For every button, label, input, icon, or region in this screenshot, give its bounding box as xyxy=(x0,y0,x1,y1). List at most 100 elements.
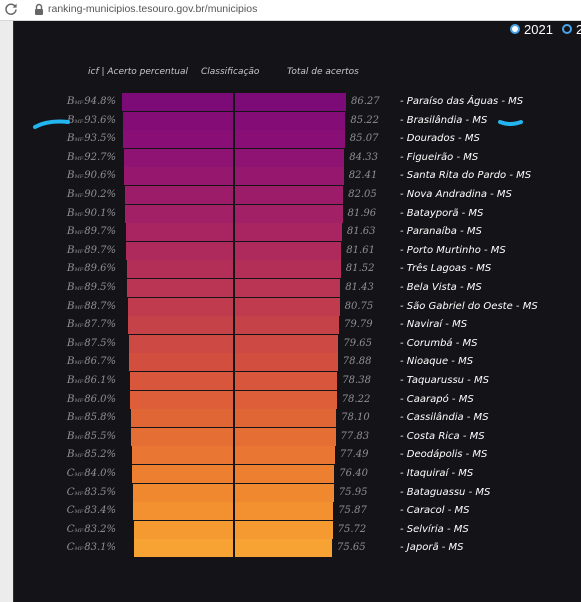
grade-letter: B xyxy=(66,299,75,312)
percent-text: 84.0% xyxy=(84,468,116,479)
classification-bar[interactable] xyxy=(130,409,337,428)
municipality-name[interactable]: - Nioaque - MS xyxy=(400,356,473,367)
grade-letter: B xyxy=(66,188,75,200)
municipality-name[interactable]: - Porto Murtinho - MS xyxy=(400,245,506,256)
classification-bar[interactable] xyxy=(126,260,341,279)
classification-bar[interactable] xyxy=(122,93,346,111)
municipality-name[interactable]: - Corumbá - MS xyxy=(400,338,478,349)
municipality-name[interactable]: - Dourados - MS xyxy=(400,133,480,144)
classification-bar[interactable] xyxy=(130,390,337,409)
table-row[interactable]: BMF85.5% 77.83 - Costa Rica - MS xyxy=(0,427,581,446)
classification-bar[interactable] xyxy=(132,465,335,483)
municipality-name[interactable]: - Bataguassu - MS xyxy=(400,487,490,498)
grade-letter: B xyxy=(66,318,75,331)
classification-bar[interactable] xyxy=(134,539,332,558)
bar-divider xyxy=(233,446,235,465)
municipality-name[interactable]: - São Gabriel do Oeste - MS xyxy=(400,301,538,312)
table-row[interactable]: BMF89.5% 81.43 - Bela Vista - MS xyxy=(0,279,581,297)
municipality-name[interactable]: - Deodápolis - MS xyxy=(400,449,487,460)
table-row[interactable]: BMF85.2% 77.49 - Deodápolis - MS xyxy=(0,446,581,465)
municipality-name[interactable]: - Santa Rita do Pardo - MS xyxy=(400,170,531,181)
municipality-name[interactable]: - Selvíria - MS xyxy=(400,524,469,535)
table-row[interactable]: BMF86.7% 78.88 - Nioaque - MS xyxy=(0,353,581,372)
table-row[interactable]: CMF83.5% 75.95 - Bataguassu - MS xyxy=(0,483,581,502)
table-row[interactable]: BMF89.7% 81.61 - Porto Murtinho - MS xyxy=(0,241,581,260)
municipality-name[interactable]: - Três Lagoas - MS xyxy=(400,263,491,274)
total-value: 84.33 xyxy=(349,151,378,163)
classification-bar[interactable] xyxy=(124,186,344,204)
grade-letter: C xyxy=(66,485,75,498)
total-value: 79.79 xyxy=(344,319,373,331)
table-row[interactable]: BMF90.2% 82.05 - Nova Andradina - MS xyxy=(0,186,581,204)
bar-divider xyxy=(233,372,235,390)
municipality-name[interactable]: - Figueirão - MS xyxy=(400,152,478,163)
table-row[interactable]: BMF87.7% 79.79 - Naviraí - MS xyxy=(0,316,581,335)
classification-bar[interactable] xyxy=(133,520,333,539)
table-row[interactable]: BMF87.5% 79.65 - Corumbá - MS xyxy=(0,334,581,353)
table-row[interactable]: BMF92.7% 84.33 - Figueirão - MS xyxy=(0,148,581,167)
classification-bar[interactable] xyxy=(123,130,345,149)
municipality-name[interactable]: - Caarapó - MS xyxy=(400,394,474,405)
classification-bar[interactable] xyxy=(127,279,341,297)
municipality-name[interactable]: - Itaquiraí - MS xyxy=(400,468,473,479)
year-label: 2 xyxy=(576,21,581,37)
municipality-name[interactable]: - Brasilândia - MS xyxy=(400,115,487,126)
table-row[interactable]: BMF88.7% 80.75 - São Gabriel do Oeste - MS xyxy=(0,297,581,316)
table-row[interactable]: CMF83.2% 75.72 - Selvíria - MS xyxy=(0,520,581,539)
url-text[interactable]: ranking-municipios.tesouro.gov.br/munici… xyxy=(48,3,257,15)
percent-value: BMF93.5% xyxy=(67,132,116,144)
table-row[interactable]: BMF94.8% 86.27 - Paraíso das Águas - MS xyxy=(0,93,581,111)
total-value: 82.41 xyxy=(348,170,378,182)
classification-bar[interactable] xyxy=(131,427,336,446)
percent-text: 85.2% xyxy=(84,449,116,461)
classification-bar[interactable] xyxy=(123,148,345,167)
header-total: Total de acertos xyxy=(287,67,359,77)
table-row[interactable]: BMF89.6% 81.52 - Três Lagoas - MS xyxy=(0,260,581,279)
table-row[interactable]: BMF86.0% 78.22 - Caarapó - MS xyxy=(0,390,581,409)
table-row[interactable]: CMF83.1% 75.65 - Japorã - MS xyxy=(0,539,581,558)
table-row[interactable]: BMF89.7% 81.63 - Paranaíba - MS xyxy=(0,223,581,242)
table-row[interactable]: CMF83.4% 75.87 - Caracol - MS xyxy=(0,502,581,521)
reload-icon[interactable] xyxy=(4,2,18,16)
classification-bar[interactable] xyxy=(133,502,334,521)
percent-value: CMF84.0% xyxy=(67,467,116,479)
table-row[interactable]: BMF90.6% 82.41 - Santa Rita do Pardo - MS xyxy=(0,167,581,186)
classification-bar[interactable] xyxy=(124,167,344,186)
lock-icon[interactable] xyxy=(34,3,44,16)
percent-text: 86.7% xyxy=(84,356,116,368)
percent-value: BMF89.6% xyxy=(67,262,116,274)
percent-text: 83.5% xyxy=(84,486,116,498)
percent-text: 94.8% xyxy=(84,96,116,107)
municipality-name[interactable]: - Paranaíba - MS xyxy=(400,226,482,237)
municipality-name[interactable]: - Costa Rica - MS xyxy=(400,431,485,442)
table-row[interactable]: BMF85.8% 78.10 - Cassilândia - MS xyxy=(0,409,581,428)
table-row[interactable]: BMF93.5% 85.07 - Dourados - MS xyxy=(0,130,581,149)
table-row[interactable]: BMF93.6% 85.22 - Brasilândia - MS xyxy=(0,111,581,130)
municipality-name[interactable]: - Paraíso das Águas - MS xyxy=(400,96,523,107)
municipality-name[interactable]: - Batayporã - MS xyxy=(400,208,483,219)
classification-bar[interactable] xyxy=(127,297,340,316)
table-row[interactable]: BMF86.1% 78.38 - Taquarussu - MS xyxy=(0,372,581,390)
municipality-name[interactable]: - Cassilândia - MS xyxy=(400,412,489,423)
municipality-name[interactable]: - Japorã - MS xyxy=(400,542,464,553)
classification-bar[interactable] xyxy=(132,483,334,502)
municipality-name[interactable]: - Naviraí - MS xyxy=(400,319,467,330)
classification-bar[interactable] xyxy=(128,316,339,335)
table-row[interactable]: BMF90.1% 81.96 - Batayporã - MS xyxy=(0,204,581,223)
classification-bar[interactable] xyxy=(126,241,342,260)
municipality-name[interactable]: - Bela Vista - MS xyxy=(400,282,482,293)
classification-bar[interactable] xyxy=(129,372,338,390)
municipality-name[interactable]: - Nova Andradina - MS xyxy=(400,189,512,200)
classification-bar[interactable] xyxy=(128,334,339,353)
classification-bar[interactable] xyxy=(125,204,343,223)
year-radio-2021[interactable]: 2021 xyxy=(510,21,553,37)
classification-bar[interactable] xyxy=(129,353,338,372)
municipality-name[interactable]: - Caracol - MS xyxy=(400,505,469,516)
classification-bar[interactable] xyxy=(131,446,335,465)
table-row[interactable]: CMF84.0% 76.40 - Itaquiraí - MS xyxy=(0,465,581,483)
year-radio-next[interactable]: 2 xyxy=(562,21,581,37)
grade-letter: C xyxy=(66,522,75,535)
classification-bar[interactable] xyxy=(125,223,342,242)
municipality-name[interactable]: - Taquarussu - MS xyxy=(400,375,489,386)
classification-bar[interactable] xyxy=(122,111,346,130)
